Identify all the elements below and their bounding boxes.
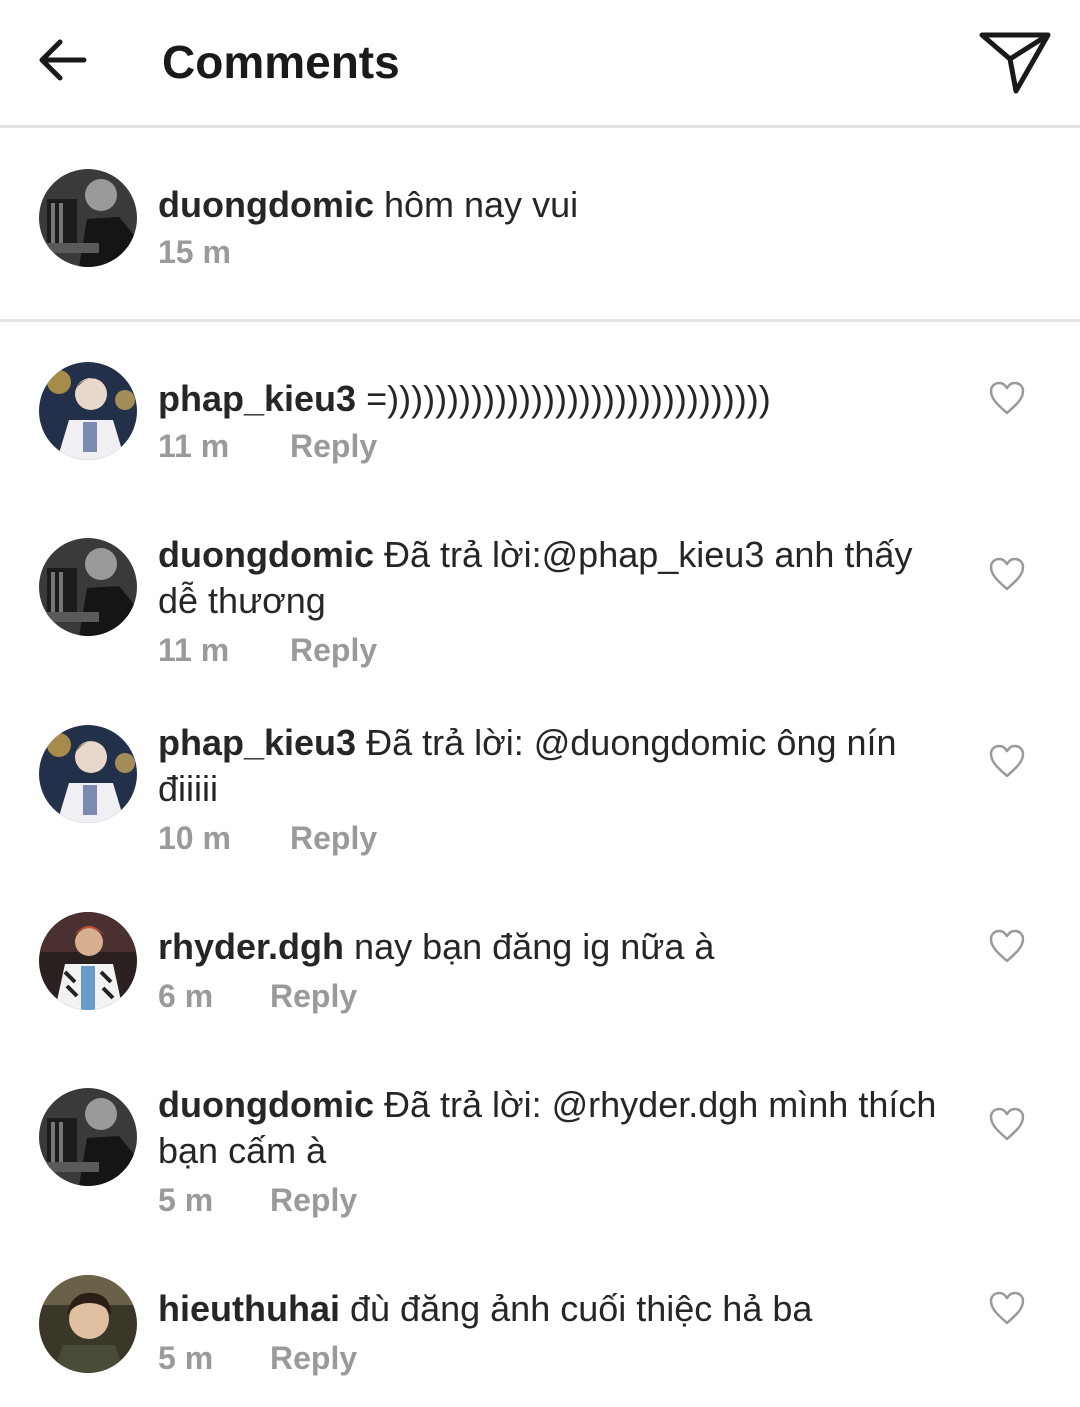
comment-text: phap_kieu3 =))))))))))))))))))))))))))))… bbox=[158, 376, 948, 422]
share-button[interactable] bbox=[976, 26, 1054, 98]
comment-time: 10 m bbox=[158, 820, 231, 856]
avatar[interactable] bbox=[39, 362, 137, 460]
comment-text: hieuthuhai đù đăng ảnh cuối thiệc hả ba bbox=[158, 1286, 948, 1332]
post-caption: duongdomic hôm nay vui 15 m bbox=[0, 128, 1080, 322]
comment-meta: 11 m Reply bbox=[158, 426, 377, 466]
comment-username[interactable]: rhyder.dgh bbox=[158, 926, 344, 967]
comment-row: phap_kieu3 =))))))))))))))))))))))))))))… bbox=[0, 322, 1080, 502]
comment-row: duongdomic Đã trả lời:@phap_kieu3 anh th… bbox=[0, 502, 1080, 690]
comment-row: hieuthuhai đù đăng ảnh cuối thiệc hả ba … bbox=[0, 1246, 1080, 1407]
avatar[interactable] bbox=[39, 1275, 137, 1373]
heart-icon[interactable] bbox=[988, 743, 1026, 779]
avatar[interactable] bbox=[39, 169, 137, 267]
avatar[interactable] bbox=[39, 1088, 137, 1186]
comment-meta: 6 m Reply bbox=[158, 976, 357, 1016]
comment-meta: 11 m Reply bbox=[158, 630, 377, 670]
avatar-duongdomic bbox=[39, 1088, 137, 1186]
reply-button[interactable]: Reply bbox=[290, 428, 377, 464]
avatar[interactable] bbox=[39, 538, 137, 636]
comment-time: 5 m bbox=[158, 1182, 214, 1218]
comment-text: phap_kieu3 Đã trả lời: @duongdomic ông n… bbox=[158, 720, 948, 812]
back-button[interactable] bbox=[36, 34, 88, 86]
arrow-left-icon bbox=[39, 39, 87, 81]
avatar-rhyder-dgh bbox=[39, 912, 137, 1010]
comment-username[interactable]: hieuthuhai bbox=[158, 1288, 340, 1329]
reply-button[interactable]: Reply bbox=[290, 820, 377, 856]
comment-meta: 5 m Reply bbox=[158, 1338, 357, 1378]
avatar-hieuthuhai bbox=[39, 1275, 137, 1373]
comment-text: duongdomic Đã trả lời:@phap_kieu3 anh th… bbox=[158, 532, 948, 624]
comment-username[interactable]: phap_kieu3 bbox=[158, 378, 356, 419]
heart-icon[interactable] bbox=[988, 1106, 1026, 1142]
reply-button[interactable]: Reply bbox=[270, 978, 357, 1014]
comment-meta: 10 m Reply bbox=[158, 818, 377, 858]
caption-body: hôm nay vui bbox=[383, 184, 579, 225]
caption-username[interactable]: duongdomic bbox=[158, 184, 374, 225]
comment-row: rhyder.dgh nay bạn đăng ig nữa à 6 m Repl… bbox=[0, 876, 1080, 1036]
comment-username[interactable]: duongdomic bbox=[158, 1084, 374, 1125]
comment-time: 6 m bbox=[158, 978, 214, 1014]
heart-icon[interactable] bbox=[988, 380, 1026, 416]
comment-username[interactable]: duongdomic bbox=[158, 534, 374, 575]
comment-time: 11 m bbox=[158, 428, 230, 464]
caption-time: 15 m bbox=[158, 234, 231, 270]
avatar[interactable] bbox=[39, 725, 137, 823]
comment-row: phap_kieu3 Đã trả lời: @duongdomic ông n… bbox=[0, 690, 1080, 876]
reply-button[interactable]: Reply bbox=[270, 1182, 357, 1218]
comment-body: nay bạn đăng ig nữa à bbox=[354, 926, 715, 967]
avatar[interactable] bbox=[39, 912, 137, 1010]
comment-row: duongdomic Đã trả lời: @rhyder.dgh mình … bbox=[0, 1050, 1080, 1246]
avatar-phap-kieu3 bbox=[39, 362, 137, 460]
comment-text: rhyder.dgh nay bạn đăng ig nữa à bbox=[158, 924, 948, 970]
comment-time: 5 m bbox=[158, 1340, 214, 1376]
avatar-duongdomic bbox=[39, 169, 137, 267]
comment-time: 11 m bbox=[158, 632, 230, 668]
paper-plane-icon bbox=[979, 32, 1051, 94]
comment-text: duongdomic Đã trả lời: @rhyder.dgh mình … bbox=[158, 1082, 948, 1174]
heart-icon[interactable] bbox=[988, 556, 1026, 592]
comment-meta: 5 m Reply bbox=[158, 1180, 357, 1220]
comment-body: =)))))))))))))))))))))))))))))))) bbox=[366, 378, 771, 419]
caption-meta: 15 m bbox=[158, 232, 231, 272]
avatar-phap-kieu3 bbox=[39, 725, 137, 823]
reply-button[interactable]: Reply bbox=[270, 1340, 357, 1376]
comment-username[interactable]: phap_kieu3 bbox=[158, 722, 356, 763]
avatar-duongdomic bbox=[39, 538, 137, 636]
reply-button[interactable]: Reply bbox=[290, 632, 377, 668]
comment-body: đù đăng ảnh cuối thiệc hả ba bbox=[350, 1288, 813, 1329]
page-title: Comments bbox=[162, 36, 400, 88]
heart-icon[interactable] bbox=[988, 1290, 1026, 1326]
heart-icon[interactable] bbox=[988, 928, 1026, 964]
top-app-bar: Comments bbox=[0, 0, 1080, 128]
caption-text: duongdomic hôm nay vui bbox=[158, 182, 948, 228]
